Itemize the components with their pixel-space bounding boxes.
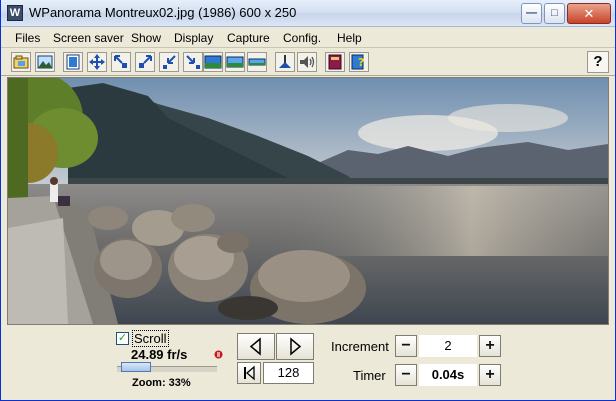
menu-help[interactable]: Help <box>337 31 362 45</box>
move-icon[interactable] <box>87 52 107 72</box>
frame-icon[interactable] <box>63 52 83 72</box>
triangle-left-icon <box>249 337 261 356</box>
help-book-icon[interactable]: ? <box>349 52 369 72</box>
control-panel: ✓ Scroll 24.89 fr/s Zoom: 33% 128 Increm… <box>1 326 615 399</box>
expand-up-icon[interactable] <box>135 52 155 72</box>
fps-readout: 24.89 fr/s <box>131 347 188 362</box>
menu-capture[interactable]: Capture <box>227 31 270 45</box>
menu-show[interactable]: Show <box>131 31 161 45</box>
title-bar[interactable]: W WPanorama Montreux02.jpg (1986) 600 x … <box>1 0 615 27</box>
picture-icon[interactable] <box>35 52 55 72</box>
minimize-button[interactable]: — <box>521 3 542 24</box>
panorama-image <box>8 78 608 324</box>
window-title: WPanorama Montreux02.jpg (1986) 600 x 25… <box>29 5 297 20</box>
increment-minus-button[interactable]: − <box>395 335 417 357</box>
app-window: W WPanorama Montreux02.jpg (1986) 600 x … <box>0 0 616 401</box>
timer-minus-button[interactable]: − <box>395 364 417 386</box>
timer-label: Timer <box>353 368 386 383</box>
display-wide-icon[interactable] <box>225 52 245 72</box>
shrink-left-icon[interactable] <box>111 52 131 72</box>
sound-level-icon[interactable] <box>275 52 295 72</box>
toolbar: ? ? <box>1 49 615 76</box>
menu-display[interactable]: Display <box>174 31 213 45</box>
scroll-label[interactable]: Scroll <box>132 330 169 347</box>
help-button[interactable]: ? <box>587 51 609 73</box>
display-strip-icon[interactable] <box>247 52 267 72</box>
menu-files[interactable]: Files <box>15 31 40 45</box>
triangle-right-icon <box>290 337 302 356</box>
zoom-slider-thumb[interactable] <box>121 362 151 372</box>
zoom-readout: Zoom: 33% <box>132 377 191 389</box>
menu-screen-saver[interactable]: Screen saver <box>53 31 124 45</box>
menu-bar: Files Screen saver Show Display Capture … <box>1 28 615 48</box>
speaker-icon[interactable] <box>297 52 317 72</box>
svg-text:?: ? <box>358 56 364 69</box>
expand-right-icon[interactable] <box>183 52 203 72</box>
increment-plus-button[interactable]: + <box>479 335 501 357</box>
menu-config[interactable]: Config. <box>283 31 321 45</box>
shrink-down-icon[interactable] <box>159 52 179 72</box>
display-full-icon[interactable] <box>203 52 223 72</box>
next-button[interactable] <box>276 333 314 360</box>
frame-number-field[interactable]: 128 <box>263 362 314 384</box>
scroll-checkbox[interactable]: ✓ <box>116 332 129 345</box>
previous-button[interactable] <box>237 333 275 360</box>
record-indicator-icon <box>214 350 223 359</box>
timer-value[interactable]: 0.04s <box>419 364 477 386</box>
skip-start-icon <box>244 365 255 381</box>
increment-label: Increment <box>331 339 389 354</box>
timer-plus-button[interactable]: + <box>479 364 501 386</box>
open-icon[interactable] <box>11 52 31 72</box>
close-button[interactable]: ✕ <box>567 3 611 24</box>
increment-value[interactable]: 2 <box>419 335 477 357</box>
panorama-viewport[interactable] <box>7 77 609 325</box>
app-logo-icon: W <box>7 5 23 21</box>
first-frame-button[interactable] <box>237 362 261 384</box>
book-icon[interactable] <box>325 52 345 72</box>
maximize-button[interactable]: □ <box>544 3 565 24</box>
